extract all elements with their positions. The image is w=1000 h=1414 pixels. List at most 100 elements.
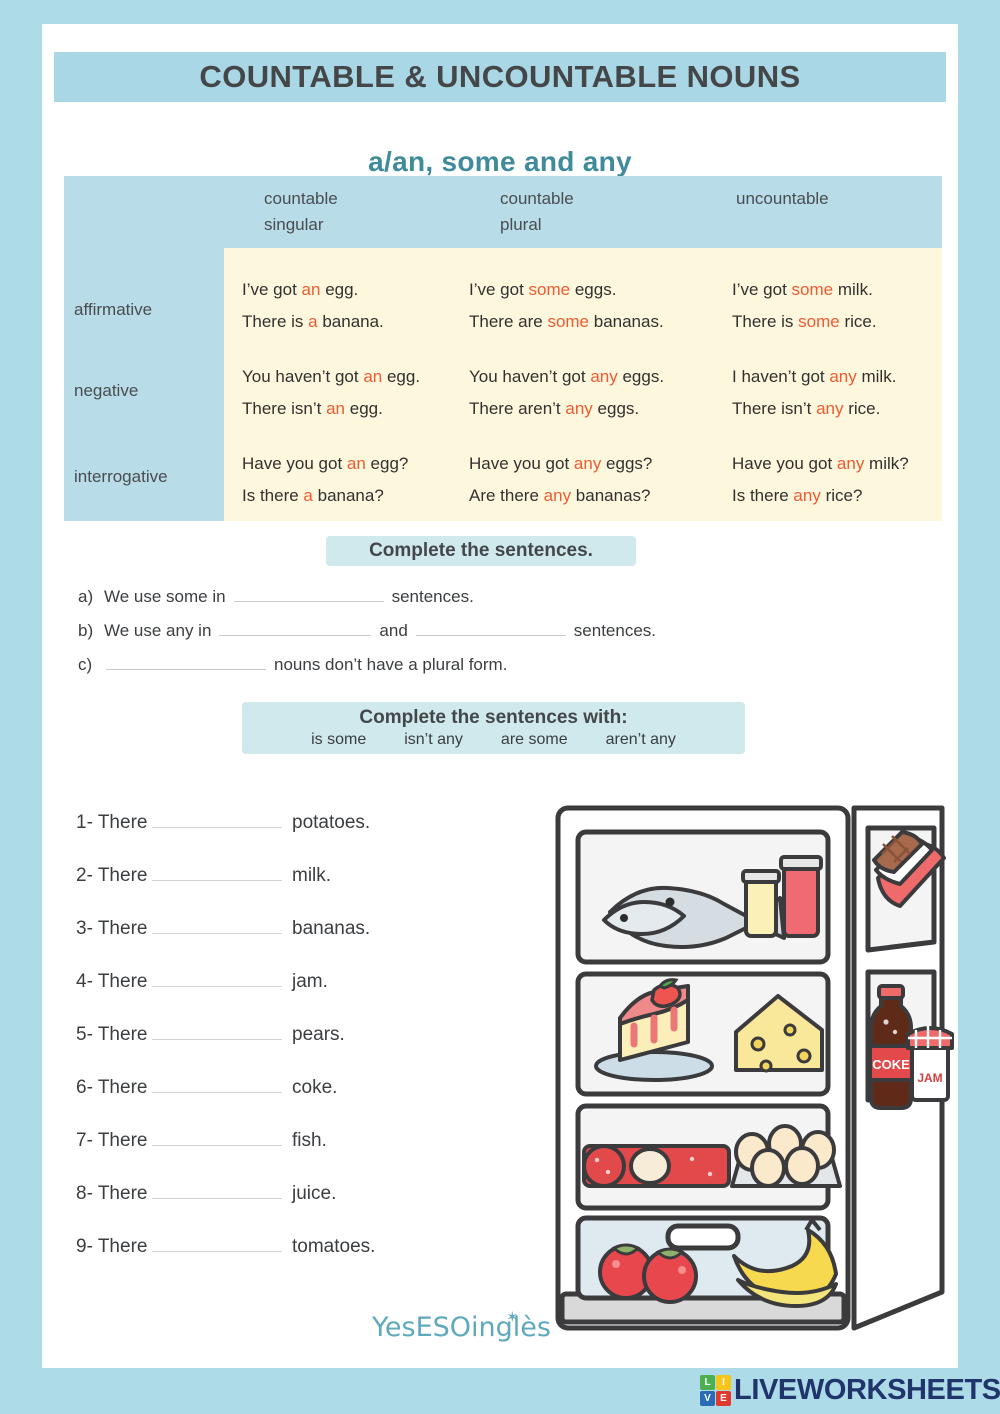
item-number: 4- There bbox=[76, 971, 148, 992]
list-item: a) We use some in sentences. bbox=[78, 584, 798, 618]
item-marker: b) bbox=[78, 621, 94, 640]
list-item: 4- There jam. bbox=[76, 965, 456, 1018]
cell-negative-uncountable: I haven’t got any milk. There isn’t any r… bbox=[732, 361, 896, 425]
item-text-part1: We use any in bbox=[104, 621, 212, 640]
answer-blank[interactable] bbox=[152, 1124, 282, 1146]
cell-affirmative-countable-plural: I’ve got some eggs. There are some banana… bbox=[469, 274, 664, 338]
cell-affirmative-countable-singular: I’ve got an egg. There is a banana. bbox=[242, 274, 384, 338]
cell-negative-countable-singular: You haven’t got an egg. There isn’t an eg… bbox=[242, 361, 420, 425]
worksheet-page: COUNTABLE & UNCOUNTABLE NOUNS a/an, some… bbox=[42, 24, 958, 1368]
answer-blank[interactable] bbox=[152, 1071, 282, 1093]
list-item: 6- There coke. bbox=[76, 1071, 456, 1124]
word-bank: is some isn’t any are some aren’t any bbox=[311, 729, 676, 751]
list-item: 3- There bananas. bbox=[76, 912, 456, 965]
column-header-countable-plural: countable plural bbox=[500, 189, 574, 234]
answer-blank[interactable] bbox=[106, 652, 266, 670]
item-word: bananas. bbox=[292, 918, 371, 939]
logo-tile-v: V bbox=[700, 1391, 715, 1406]
item-number: 7- There bbox=[76, 1130, 148, 1151]
word-bank-item[interactable]: isn’t any bbox=[404, 729, 463, 751]
answer-blank[interactable] bbox=[152, 806, 282, 828]
word-bank-item[interactable]: is some bbox=[311, 729, 366, 751]
example-sentence: Is there a banana? bbox=[242, 486, 384, 505]
instruction-label: Complete the sentences with: bbox=[359, 706, 628, 728]
item-number: 3- There bbox=[76, 918, 148, 939]
refrigerator-illustration: COKE JAM bbox=[542, 794, 962, 1354]
row-label-negative: negative bbox=[74, 381, 139, 400]
row-label-interrogative: interrogative bbox=[74, 467, 168, 486]
answer-blank[interactable] bbox=[152, 859, 282, 881]
highlighted-determiner: any bbox=[543, 486, 572, 505]
list-item: 5- There pears. bbox=[76, 1018, 456, 1071]
highlighted-determiner: an bbox=[301, 280, 321, 299]
cell-affirmative-uncountable: I’ve got some milk. There is some rice. bbox=[732, 274, 877, 338]
logo-tile-l: L bbox=[700, 1375, 715, 1390]
liveworksheets-wordmark: LIVEWORKSHEETS bbox=[734, 1374, 1000, 1406]
answer-blank[interactable] bbox=[233, 584, 384, 602]
grammar-table: countable singular countable plural unco… bbox=[64, 176, 942, 521]
list-item: 8- There juice. bbox=[76, 1177, 456, 1230]
item-number: 2- There bbox=[76, 865, 148, 886]
answer-blank[interactable] bbox=[219, 618, 372, 636]
example-sentence: There are some bananas. bbox=[469, 312, 664, 331]
list-item: b) We use any in and sentences. bbox=[78, 618, 798, 652]
brand-watermark: YesESOinglès ✶ bbox=[372, 1308, 551, 1343]
example-sentence: Is there any rice? bbox=[732, 486, 863, 505]
example-sentence: Have you got any milk? bbox=[732, 454, 909, 473]
example-sentence: There is some rice. bbox=[732, 312, 877, 331]
example-sentence: Are there any bananas? bbox=[469, 486, 651, 505]
answer-blank[interactable] bbox=[152, 965, 282, 987]
page-subtitle: a/an, some and any bbox=[368, 146, 632, 177]
cell-interrogative-countable-singular: Have you got an egg? Is there a banana? bbox=[242, 448, 408, 512]
jam-label: JAM bbox=[917, 1071, 942, 1085]
example-sentence: Have you got any eggs? bbox=[469, 454, 653, 473]
highlighted-determiner: some bbox=[547, 312, 590, 331]
answer-blank[interactable] bbox=[152, 1018, 282, 1040]
answer-blank[interactable] bbox=[415, 618, 566, 636]
instruction-label: Complete the sentences. bbox=[369, 540, 593, 561]
item-word: tomatoes. bbox=[292, 1236, 376, 1257]
highlighted-determiner: any bbox=[836, 454, 865, 473]
item-text-part2: sentences. bbox=[391, 587, 474, 606]
item-word: fish. bbox=[292, 1130, 327, 1151]
example-sentence: You haven’t got an egg. bbox=[242, 367, 421, 386]
example-sentence: There is a banana. bbox=[242, 312, 384, 331]
item-word: juice. bbox=[292, 1183, 337, 1204]
highlighted-determiner: some bbox=[791, 280, 834, 299]
item-marker: c) bbox=[78, 655, 93, 674]
row-label-affirmative: affirmative bbox=[74, 300, 153, 319]
highlighted-determiner: any bbox=[573, 454, 602, 473]
example-sentence: There isn’t an egg. bbox=[242, 399, 383, 418]
highlighted-determiner: a bbox=[308, 312, 318, 331]
answer-blank[interactable] bbox=[152, 1230, 282, 1252]
highlighted-determiner: any bbox=[590, 367, 618, 386]
list-item: 2- There milk. bbox=[76, 859, 456, 912]
highlighted-determiner: any bbox=[816, 399, 844, 418]
item-word: potatoes. bbox=[292, 812, 371, 833]
example-sentence: There aren’t any eggs. bbox=[469, 399, 640, 418]
answer-blank[interactable] bbox=[152, 1177, 282, 1199]
star-icon: ✶ bbox=[506, 1308, 519, 1326]
item-word: milk. bbox=[292, 865, 332, 886]
jam-jar-icon: JAM bbox=[906, 1026, 954, 1102]
exercise2-list: 1- There potatoes. 2- There milk. 3- The… bbox=[76, 806, 456, 1283]
word-bank-item[interactable]: aren’t any bbox=[606, 729, 676, 751]
word-bank-item[interactable]: are some bbox=[501, 729, 568, 751]
item-number: 1- There bbox=[76, 812, 148, 833]
list-item: 7- There fish. bbox=[76, 1124, 456, 1177]
page-title-bar: COUNTABLE & UNCOUNTABLE NOUNS bbox=[54, 52, 946, 102]
item-word: pears. bbox=[292, 1024, 345, 1045]
instruction-complete-with-wordbank: Complete the sentences with: is some isn… bbox=[242, 702, 745, 754]
item-word: coke. bbox=[292, 1077, 338, 1098]
highlighted-determiner: a bbox=[303, 486, 313, 505]
item-text-part2: and bbox=[379, 621, 408, 640]
highlighted-determiner: some bbox=[798, 312, 840, 331]
highlighted-determiner: any bbox=[565, 399, 593, 418]
highlighted-determiner: an bbox=[363, 367, 383, 386]
example-sentence: You haven’t got any eggs. bbox=[469, 367, 665, 386]
example-sentence: I’ve got an egg. bbox=[242, 280, 359, 299]
answer-blank[interactable] bbox=[152, 912, 282, 934]
column-header-countable-singular: countable singular bbox=[264, 189, 338, 234]
cell-negative-countable-plural: You haven’t got any eggs. There aren’t an… bbox=[469, 361, 664, 425]
column-header-uncountable: uncountable bbox=[736, 189, 829, 208]
